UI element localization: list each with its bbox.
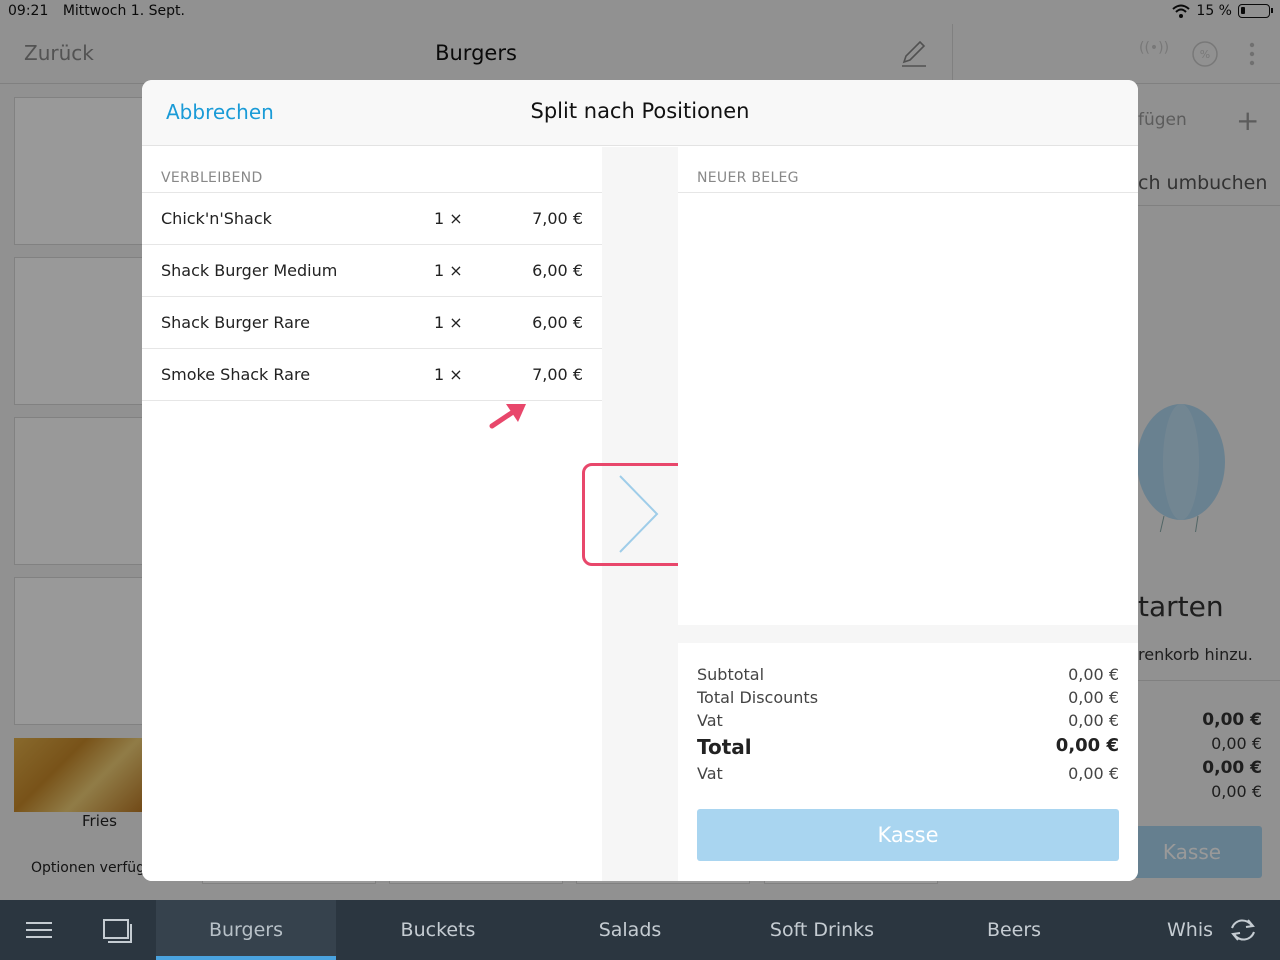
new-receipt-label: NEUER BELEG bbox=[697, 170, 799, 186]
item-qty: 1 × bbox=[434, 209, 463, 228]
item-name: Shack Burger Rare bbox=[161, 313, 310, 332]
kasse-button[interactable]: Kasse bbox=[697, 809, 1119, 861]
vat-value: 0,00 € bbox=[1068, 764, 1119, 783]
tab-bar: Burgers Buckets Salads Soft Drinks Beers… bbox=[0, 900, 1280, 960]
item-qty: 1 × bbox=[434, 313, 463, 332]
tab-soft-drinks[interactable]: Soft Drinks bbox=[732, 900, 912, 960]
modal-title: Split nach Positionen bbox=[530, 99, 750, 123]
tab-burgers[interactable]: Burgers bbox=[156, 900, 336, 960]
new-receipt-pane: NEUER BELEG bbox=[678, 147, 1138, 625]
item-name: Smoke Shack Rare bbox=[161, 365, 311, 384]
total-label: Total bbox=[697, 735, 752, 759]
item-name: Shack Burger Medium bbox=[161, 261, 338, 280]
item-price: 6,00 € bbox=[532, 313, 583, 332]
item-qty: 1 × bbox=[434, 365, 463, 384]
list-item[interactable]: Shack Burger Rare 1 × 6,00 € bbox=[142, 297, 602, 349]
tab-whisky[interactable]: Whis bbox=[1150, 900, 1230, 960]
discounts-row: Total Discounts 0,00 € bbox=[697, 688, 1119, 707]
list-item[interactable]: Shack Burger Medium 1 × 6,00 € bbox=[142, 245, 602, 297]
item-price: 7,00 € bbox=[532, 209, 583, 228]
vat-value: 0,00 € bbox=[1068, 711, 1119, 730]
annotation-arrow-icon bbox=[489, 404, 526, 429]
tab-beers[interactable]: Beers bbox=[924, 900, 1104, 960]
total-row: Total 0,00 € bbox=[697, 735, 1119, 759]
remaining-label: VERBLEIBEND bbox=[161, 170, 263, 186]
discounts-value: 0,00 € bbox=[1068, 688, 1119, 707]
vat-label: Vat bbox=[697, 764, 723, 783]
refresh-icon[interactable] bbox=[1226, 914, 1260, 946]
item-name: Chick'n'Shack bbox=[161, 209, 272, 228]
subtotal-value: 0,00 € bbox=[1068, 665, 1119, 684]
tab-salads[interactable]: Salads bbox=[540, 900, 720, 960]
list-item[interactable]: Chick'n'Shack 1 × 7,00 € bbox=[142, 193, 602, 245]
vat-label: Vat bbox=[697, 711, 723, 730]
screen-icon[interactable] bbox=[100, 914, 134, 946]
item-price: 7,00 € bbox=[532, 365, 583, 384]
total-value: 0,00 € bbox=[1055, 735, 1119, 756]
chevron-right-icon bbox=[619, 475, 659, 553]
discounts-label: Total Discounts bbox=[697, 688, 819, 707]
vat-row: Vat 0,00 € bbox=[697, 711, 1119, 730]
remaining-item-list: Chick'n'Shack 1 × 7,00 € Shack Burger Me… bbox=[142, 192, 602, 401]
remaining-pane: VERBLEIBEND Chick'n'Shack 1 × 7,00 € Sha… bbox=[142, 147, 602, 881]
divider bbox=[678, 192, 1138, 193]
item-qty: 1 × bbox=[434, 261, 463, 280]
list-item[interactable]: Smoke Shack Rare 1 × 7,00 € bbox=[142, 349, 602, 401]
move-right-button[interactable] bbox=[582, 463, 688, 566]
totals-pane: Subtotal 0,00 € Total Discounts 0,00 € V… bbox=[678, 643, 1138, 881]
modal-header: Abbrechen Split nach Positionen bbox=[142, 80, 1138, 146]
split-modal: Abbrechen Split nach Positionen VERBLEIB… bbox=[142, 80, 1138, 881]
pane-gap bbox=[678, 625, 1138, 643]
item-price: 6,00 € bbox=[532, 261, 583, 280]
vat-row: Vat 0,00 € bbox=[697, 764, 1119, 783]
menu-icon[interactable] bbox=[22, 914, 56, 946]
subtotal-row: Subtotal 0,00 € bbox=[697, 665, 1119, 684]
subtotal-label: Subtotal bbox=[697, 665, 765, 684]
tab-buckets[interactable]: Buckets bbox=[348, 900, 528, 960]
